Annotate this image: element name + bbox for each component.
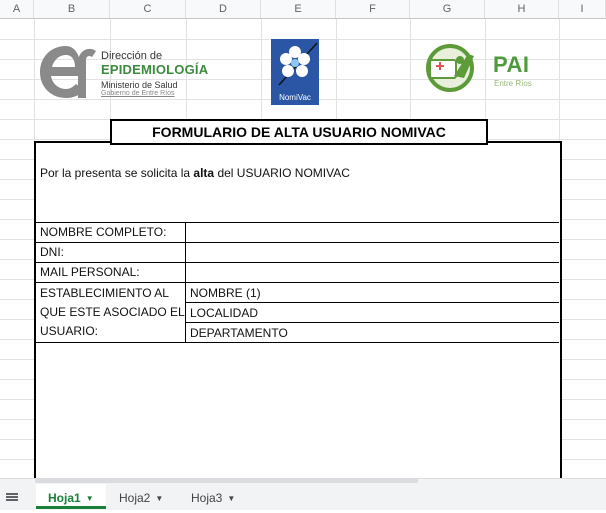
tab-hoja2-label: Hoja2 [119,491,151,505]
nomivac-logo: NomiVac [271,39,319,105]
epi-line3: Ministerio de Salud [101,80,178,90]
input-mail-cell[interactable] [187,263,557,282]
column-header-b[interactable]: B [34,0,110,18]
label-nombre: NOMBRE COMPLETO: [40,225,167,239]
column-header-e[interactable]: E [261,0,336,18]
pai-logo: PAI Entre Ríos [414,42,554,94]
epi-line2: EPIDEMIOLOGÍA [101,62,209,77]
subfield-departamento[interactable]: DEPARTAMENTO [190,324,288,343]
intro-text-bold: alta [193,166,215,180]
column-header-a[interactable]: A [0,0,34,18]
epi-line1: Dirección de [101,50,163,62]
tab-hoja1[interactable]: Hoja1 ▼ [36,484,106,509]
pai-emblem-icon [426,44,474,92]
hamburger-menu-icon[interactable] [6,493,18,502]
tab-hoja2[interactable]: Hoja2 ▼ [107,484,175,509]
epidemiologia-logo: Dirección de EPIDEMIOLOGÍA Ministerio de… [36,36,209,102]
label-establecimiento-1: ESTABLECIMIENTO AL [40,286,169,300]
subfield-localidad[interactable]: LOCALIDAD [190,304,258,323]
input-dni-cell[interactable] [187,243,557,262]
horizontal-scrollbar[interactable] [35,478,418,483]
label-dni: DNI: [40,245,64,259]
caret-down-icon[interactable]: ▼ [155,494,163,503]
column-header-row: A B C D E F G H I [0,0,606,19]
input-nombre-cell[interactable] [187,223,557,242]
epidemiologia-logo-icon [40,46,96,98]
pai-title: PAI [493,52,530,77]
caret-down-icon[interactable]: ▼ [86,494,94,503]
table-border [35,342,559,343]
epi-line4: Gobierno de Entre Ríos [101,90,175,97]
tab-hoja3-label: Hoja3 [191,491,223,505]
form-intro: Por la presenta se solicita la alta del … [40,166,350,180]
column-header-h[interactable]: H [485,0,559,18]
table-border [185,222,186,342]
form-title: FORMULARIO DE ALTA USUARIO NOMIVAC [110,119,488,145]
intro-text-after: del USUARIO NOMIVAC [214,166,350,180]
column-header-c[interactable]: C [110,0,186,18]
column-header-f[interactable]: F [336,0,410,18]
label-mail: MAIL PERSONAL: [40,265,140,279]
pai-subtitle: Entre Ríos [494,79,532,88]
column-header-g[interactable]: G [410,0,485,18]
caret-down-icon[interactable]: ▼ [227,494,235,503]
subfield-nombre[interactable]: NOMBRE (1) [190,284,261,303]
column-header-i[interactable]: I [559,0,606,18]
intro-text-before: Por la presenta se solicita la [40,166,194,180]
tab-hoja3[interactable]: Hoja3 ▼ [179,484,247,509]
column-header-d[interactable]: D [186,0,261,18]
label-establecimiento-3: USUARIO: [40,324,99,338]
label-establecimiento-2: QUE ESTE ASOCIADO EL [40,305,185,319]
tab-hoja1-label: Hoja1 [48,491,81,505]
table-border [35,282,559,283]
nomivac-label: NomiVac [279,93,311,102]
